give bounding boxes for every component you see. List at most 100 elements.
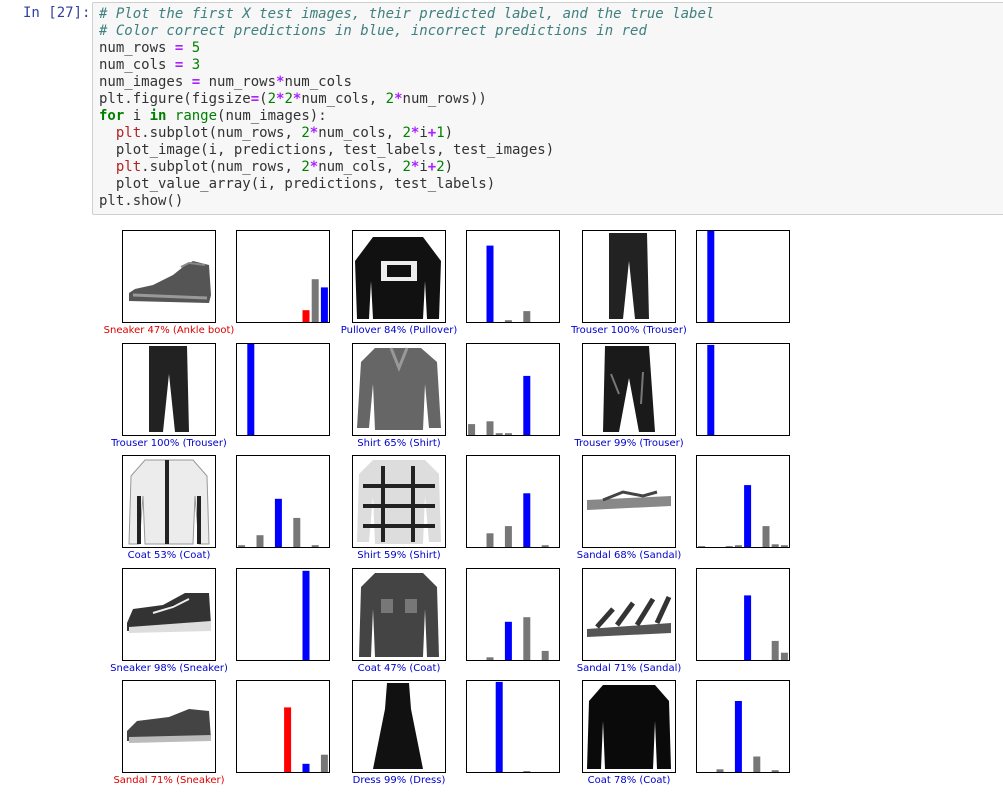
probability-bars — [247, 344, 255, 435]
probability-bar-chart — [696, 343, 790, 436]
test-image-trouser — [122, 343, 216, 436]
probability-bars — [486, 245, 531, 322]
code-token: * — [309, 125, 319, 141]
probability-bars — [716, 701, 779, 772]
code-line: plt.figure(figsize=(2*2*num_cols, 2*num_… — [99, 91, 487, 108]
code-token: 2 — [284, 91, 293, 107]
code-line: # Plot the first X test images, their pr… — [99, 6, 714, 23]
probability-bar-class-2 — [486, 245, 494, 322]
probability-bar-class-2 — [716, 769, 724, 772]
probability-bar-chart — [236, 568, 330, 661]
probability-bars — [284, 707, 328, 772]
code-token: # Color correct predictions in blue, inc… — [99, 23, 647, 39]
code-line: num_images = num_rows*num_cols — [99, 74, 352, 91]
code-token: num_cols — [99, 57, 175, 73]
prediction-caption: Sandal 71% (Sandal) — [576, 663, 682, 674]
code-token: num_cols, — [301, 91, 386, 107]
code-token: .subplot(num_rows, — [141, 125, 302, 141]
probability-bars — [495, 681, 531, 772]
probability-bar-chart — [466, 230, 560, 323]
probability-bar-class-6 — [523, 617, 531, 660]
probability-bar-class-4 — [734, 545, 742, 547]
probability-bar-class-2 — [486, 657, 494, 660]
code-token: plt.show() — [99, 193, 184, 209]
probability-bar-class-6 — [523, 311, 531, 322]
test-image-ankle-boot — [122, 230, 216, 323]
code-line: num_rows = 5 — [99, 40, 200, 57]
probability-bar-class-0 — [468, 424, 476, 435]
code-token: plt — [115, 125, 142, 141]
code-token: 5 — [191, 40, 201, 56]
probability-bar-chart — [236, 680, 330, 773]
code-token: 1 — [436, 125, 445, 141]
code-token: = — [191, 74, 201, 90]
code-line: plot_image(i, predictions, test_labels, … — [99, 142, 554, 159]
probability-bars — [486, 493, 549, 547]
probability-bar-class-3 — [495, 681, 503, 772]
probability-bar-class-4 — [734, 701, 742, 772]
probability-bar-chart — [466, 455, 560, 548]
test-image-coat — [122, 455, 216, 548]
code-editor[interactable]: # Plot the first X test images, their pr… — [92, 2, 1003, 215]
prediction-caption: Shirt 59% (Shirt) — [357, 550, 441, 561]
code-token: plot_image(i, predictions, test_labels, … — [99, 142, 555, 158]
test-image-jacket — [352, 568, 446, 661]
prediction-caption: Sandal 68% (Sandal) — [576, 550, 682, 561]
probability-bar-class-8 — [311, 279, 319, 322]
probability-bars — [707, 231, 715, 322]
probability-bar-class-0 — [238, 545, 246, 547]
probability-bar-chart — [466, 343, 560, 436]
probability-bar-class-6 — [753, 756, 761, 772]
probability-bar-class-7 — [302, 763, 310, 772]
code-token: num_images — [99, 74, 192, 90]
code-line: plot_value_array(i, predictions, test_la… — [99, 176, 495, 193]
code-token: i — [419, 125, 428, 141]
probability-bar-class-6 — [523, 375, 531, 435]
prediction-caption: Trouser 99% (Trouser) — [574, 438, 684, 449]
prediction-caption: Coat 78% (Coat) — [587, 775, 671, 786]
probability-bar-class-5 — [744, 595, 752, 660]
code-token: range — [174, 108, 218, 124]
probability-bar-class-2 — [486, 533, 494, 547]
output-figure: Sneaker 47% (Ankle boot) Pullover 84% (P… — [92, 222, 822, 794]
probability-bars — [468, 375, 531, 435]
probability-bars — [744, 595, 788, 660]
code-token: 2 — [402, 125, 411, 141]
code-token: = — [250, 91, 260, 107]
code-token: + — [427, 159, 437, 175]
code-token: ( — [259, 91, 268, 107]
probability-bar-class-8 — [771, 640, 779, 660]
code-token: 2 — [301, 159, 310, 175]
probability-bar-class-8 — [771, 544, 779, 547]
test-image-sneaker-low — [122, 680, 216, 773]
code-line: plt.show() — [99, 193, 183, 210]
probability-bar-class-7 — [302, 310, 310, 322]
code-token: 2 — [385, 91, 395, 107]
probability-bar-class-9 — [780, 545, 788, 547]
probability-bar-class-6 — [523, 771, 531, 772]
code-token: 2 — [267, 91, 277, 107]
probability-bar-class-8 — [541, 650, 549, 660]
probability-bar-class-5 — [744, 485, 752, 547]
probability-bar-class-3 — [725, 546, 733, 547]
code-token: 3 — [191, 57, 201, 73]
code-token: plt — [115, 159, 142, 175]
probability-bar-class-7 — [762, 526, 770, 547]
probability-bar-class-1 — [707, 231, 715, 322]
probability-bar-class-2 — [486, 421, 494, 435]
code-token: # Plot the first X test images, their pr… — [99, 6, 715, 22]
code-token: num_rows — [99, 40, 175, 56]
probability-bar-class-4 — [504, 433, 512, 435]
probability-bar-chart — [236, 230, 330, 323]
code-token: * — [309, 159, 319, 175]
code-token: plt.figure(figsize — [99, 91, 251, 107]
probability-bar-chart — [696, 680, 790, 773]
test-image-sandal — [582, 455, 676, 548]
code-token: num_rows — [200, 74, 277, 90]
probability-bars — [698, 485, 788, 547]
probability-bars — [238, 498, 319, 547]
probability-bar-class-4 — [274, 498, 282, 547]
